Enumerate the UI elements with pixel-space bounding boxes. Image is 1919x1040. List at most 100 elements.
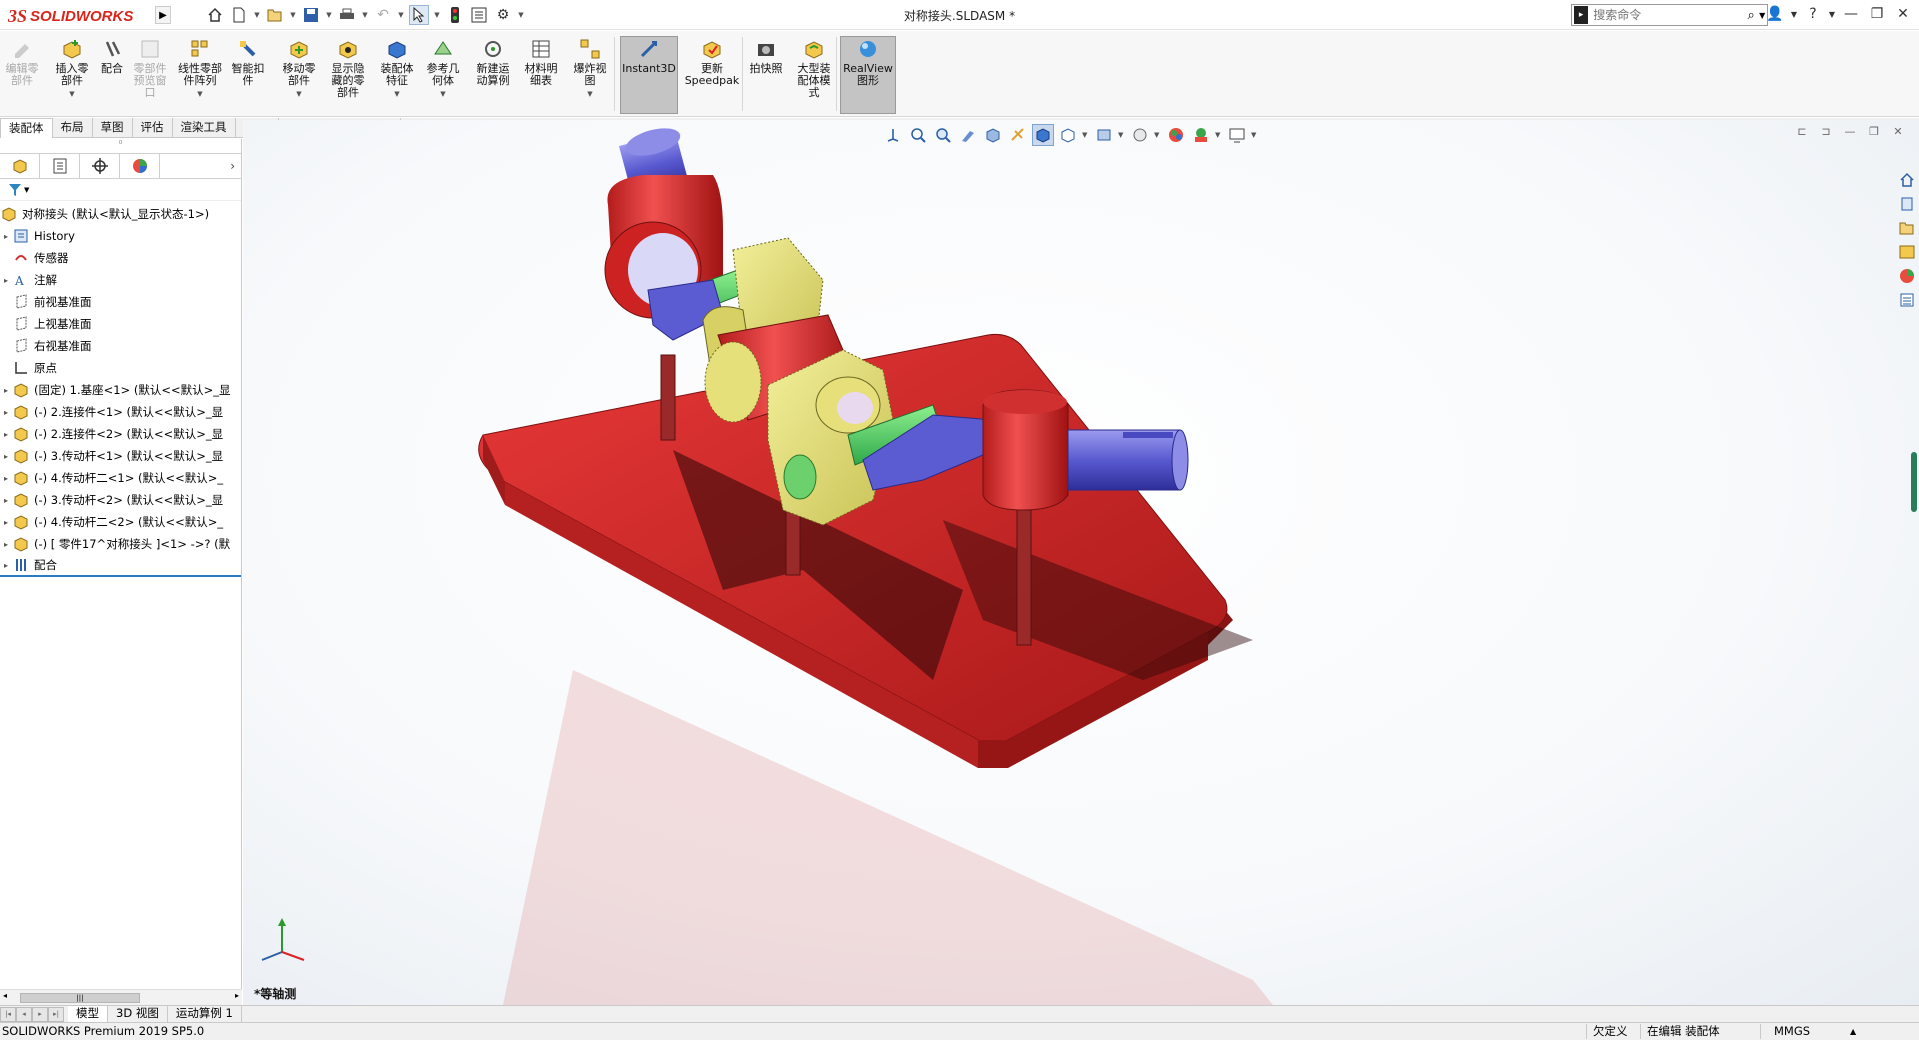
feature-manager-tab[interactable] [0,154,40,178]
expand-arrow-icon[interactable]: ▸ [0,386,12,395]
scroll-left-icon[interactable]: ◂ [3,991,7,1000]
bottom-tab-0[interactable]: 模型 [68,1006,108,1022]
tab-prev-icon[interactable]: ◂ [16,1006,32,1022]
view-palette-icon[interactable] [1897,242,1917,262]
edit-appearance-icon[interactable] [1129,124,1151,146]
appearances-icon[interactable] [1897,266,1917,286]
units-dropdown-icon[interactable]: ▲ [1850,1023,1856,1040]
mate-button[interactable]: 配合 [98,37,126,113]
tree-node[interactable]: ▸ History [0,225,241,247]
tree-root[interactable]: 对称接头 (默认<默认_显示状态-1>) [0,203,241,225]
tab-4[interactable]: 渲染工具 [173,118,236,138]
tree-node[interactable]: ▸ (-) 3.传动杆<1> (默认<<默认>_显 [0,445,241,467]
panel-horizontal-scrollbar[interactable]: ◂ ||| ▸ [0,989,242,1005]
component-preview-button[interactable]: 零部件 预览窗口 [130,37,170,113]
support-pin-1[interactable] [660,354,676,441]
support-pin-3[interactable] [1016,509,1032,646]
viewport-next-icon[interactable]: ⊐ [1819,124,1833,138]
panel-expand-icon[interactable]: › [230,159,235,173]
assembly-model[interactable] [243,120,1919,1005]
exploded-view-button[interactable]: 爆炸视图 ▼ [568,37,612,113]
monitor-dropdown-icon[interactable]: ▼ [1251,131,1259,139]
tree-node[interactable]: 传感器 [0,247,241,269]
hide-show-dropdown-icon[interactable]: ▼ [1118,131,1126,139]
viewport-restore-icon[interactable]: ❐ [1867,124,1881,138]
hide-show-items-icon[interactable] [1093,124,1115,146]
tab-last-icon[interactable]: ▸| [48,1006,64,1022]
tree-node[interactable]: ▸ (-) 3.传动杆<2> (默认<<默认>_显 [0,489,241,511]
user-icon[interactable]: 👤 [1763,3,1787,25]
search-icon[interactable]: ⌕ [1743,8,1759,23]
expand-arrow-icon[interactable]: ▸ [0,232,12,241]
display-style-icon[interactable] [1032,124,1054,146]
large-assembly-button[interactable]: 大型装 配体模式 [792,37,836,113]
dropdown-arrow-icon[interactable]: ▼ [440,88,445,100]
new-motion-study-button[interactable]: 新建运 动算例 [472,37,514,113]
expand-arrow-icon[interactable]: ▸ [0,496,12,505]
previous-view-icon[interactable] [957,124,979,146]
tree-node[interactable]: 原点 [0,357,241,379]
view-setting-dropdown-icon[interactable]: ▼ [1082,131,1090,139]
scene-dropdown-icon[interactable]: ▼ [1215,131,1223,139]
expand-arrow-icon[interactable]: ▸ [0,430,12,439]
search-input[interactable] [1588,6,1744,24]
bottom-tab-1[interactable]: 3D 视图 [108,1006,168,1022]
dropdown-arrow-icon[interactable]: ▼ [587,88,592,100]
custom-properties-icon[interactable] [1897,290,1917,310]
scrollbar-thumb[interactable]: ||| [20,993,140,1003]
tree-filter[interactable]: ▼ [0,179,241,201]
tab-0[interactable]: 装配体 [0,118,53,138]
graphics-area[interactable] [243,120,1919,1005]
property-manager-tab[interactable] [40,154,80,178]
dynamic-annotation-icon[interactable] [1007,124,1029,146]
filter-dropdown-icon[interactable]: ▼ [24,186,29,194]
appearance-dropdown-icon[interactable]: ▼ [1154,131,1162,139]
scene-icon[interactable] [1190,124,1212,146]
file-explorer-icon[interactable] [1897,218,1917,238]
user-dropdown-icon[interactable]: ▼ [1789,3,1799,25]
status-units[interactable]: MMGS [1774,1023,1810,1040]
command-search-icon[interactable]: ▸ [1574,6,1589,24]
help-dropdown-icon[interactable]: ▼ [1827,3,1837,25]
dropdown-arrow-icon[interactable]: ▼ [394,88,399,100]
viewport-close-icon[interactable]: ✕ [1891,124,1905,138]
display-manager-tab[interactable] [120,154,160,178]
tree-node[interactable]: ▸ (-) 2.连接件<1> (默认<<默认>_显 [0,401,241,423]
expand-arrow-icon[interactable]: ▸ [0,540,12,549]
tab-1[interactable]: 布局 [53,118,93,138]
design-library-icon[interactable] [1897,194,1917,214]
tab-first-icon[interactable]: |◂ [0,1006,16,1022]
update-speedpak-button[interactable]: 更新 Speedpak [684,37,740,113]
bottom-tab-2[interactable]: 运动算例 1 [168,1006,242,1022]
take-snapshot-button[interactable]: 拍快照 [748,37,784,113]
tree-node[interactable]: ▸ (-) 4.传动杆二<2> (默认<<默认>_ [0,511,241,533]
view-monitor-icon[interactable] [1226,124,1248,146]
tree-node[interactable]: ▸ 配合 [0,555,241,577]
expand-arrow-icon[interactable]: ▸ [0,408,12,417]
tree-node[interactable]: ▸ (固定) 1.基座<1> (默认<<默认>_显 [0,379,241,401]
help-icon[interactable]: ? [1801,3,1825,25]
zoom-to-fit-icon[interactable] [907,124,929,146]
zoom-to-area-icon[interactable] [932,124,954,146]
edit-component-button[interactable]: 编辑零 部件 [4,37,40,113]
viewport-prev-icon[interactable]: ⊏ [1795,124,1809,138]
dropdown-arrow-icon[interactable]: ▼ [69,88,74,100]
expand-arrow-icon[interactable]: ▸ [0,452,12,461]
expand-arrow-icon[interactable]: ▸ [0,276,12,285]
assembly-features-button[interactable]: 装配体 特征 ▼ [376,37,418,113]
tab-2[interactable]: 草图 [93,118,133,138]
view-orientation-axes-icon[interactable] [882,124,904,146]
realview-button[interactable]: RealView 图形 [840,36,896,114]
expand-arrow-icon[interactable]: ▸ [0,561,12,570]
tree-node[interactable]: ▸ A 注解 [0,269,241,291]
expand-arrow-icon[interactable]: ▸ [0,474,12,483]
dropdown-arrow-icon[interactable]: ▼ [296,88,301,100]
tab-3[interactable]: 评估 [133,118,173,138]
tab-next-icon[interactable]: ▸ [32,1006,48,1022]
bom-button[interactable]: 材料明 细表 [520,37,562,113]
filter-icon[interactable] [8,183,22,197]
tree-node[interactable]: ▸ (-) 2.连接件<2> (默认<<默认>_显 [0,423,241,445]
viewport-minimize-icon[interactable]: — [1843,124,1857,138]
restore-icon[interactable]: ❐ [1865,3,1889,25]
tree-node[interactable]: ▸ (-) [ 零件17^对称接头 ]<1> ->? (默 [0,533,241,555]
